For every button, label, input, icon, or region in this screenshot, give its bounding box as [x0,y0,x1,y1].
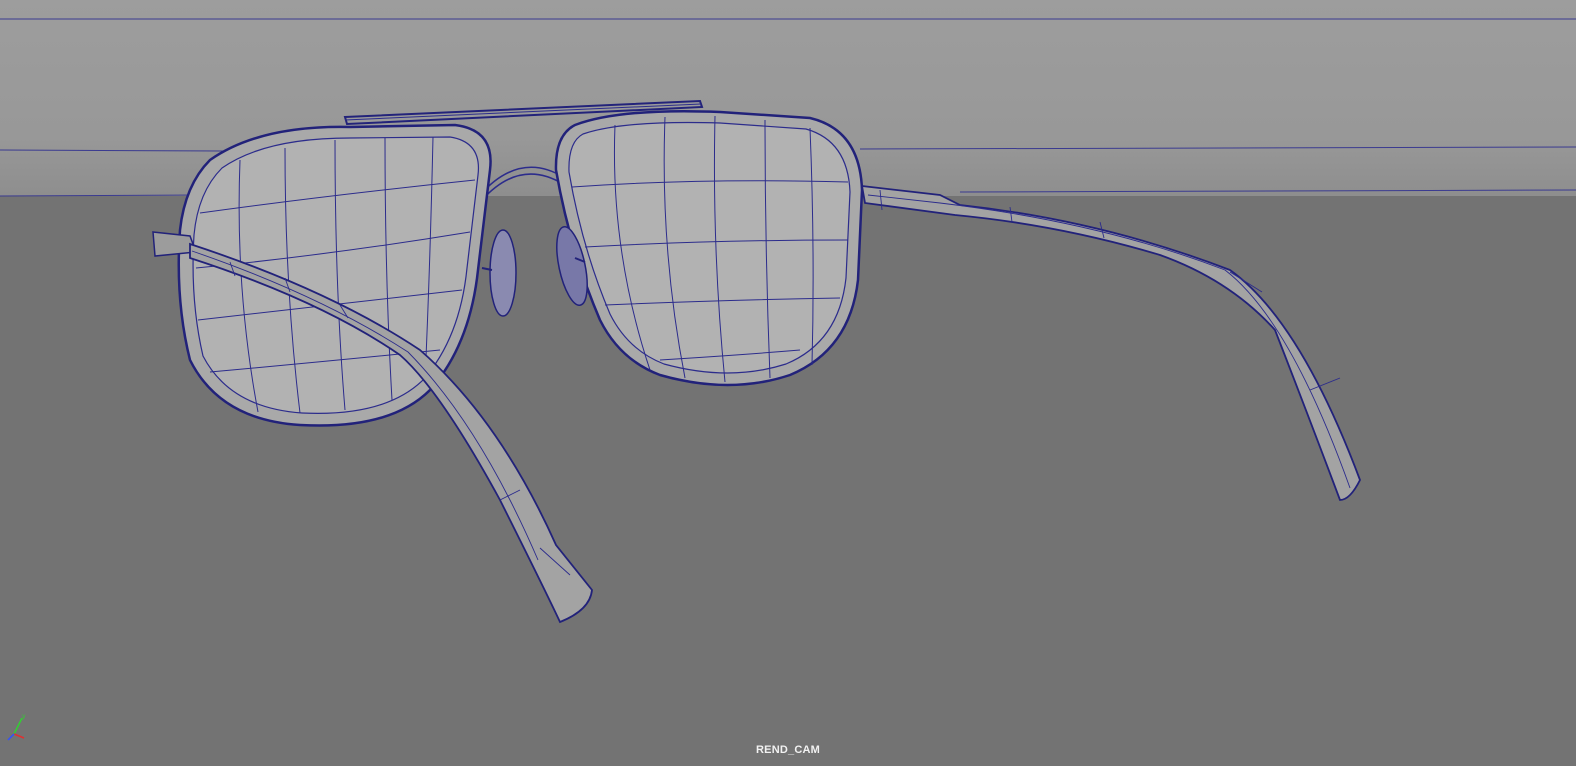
svg-text:y: y [22,713,26,720]
nose-bridge[interactable] [479,166,566,201]
wireframe-scene[interactable] [0,0,1576,766]
xyz-axis-icon: y [6,712,30,742]
maya-viewport[interactable]: y REND_CAM [0,0,1576,766]
nose-pads[interactable] [481,224,593,317]
right-temple-arm[interactable] [860,184,1361,501]
right-lens[interactable] [554,110,864,387]
camera-name-label: REND_CAM [756,744,820,756]
